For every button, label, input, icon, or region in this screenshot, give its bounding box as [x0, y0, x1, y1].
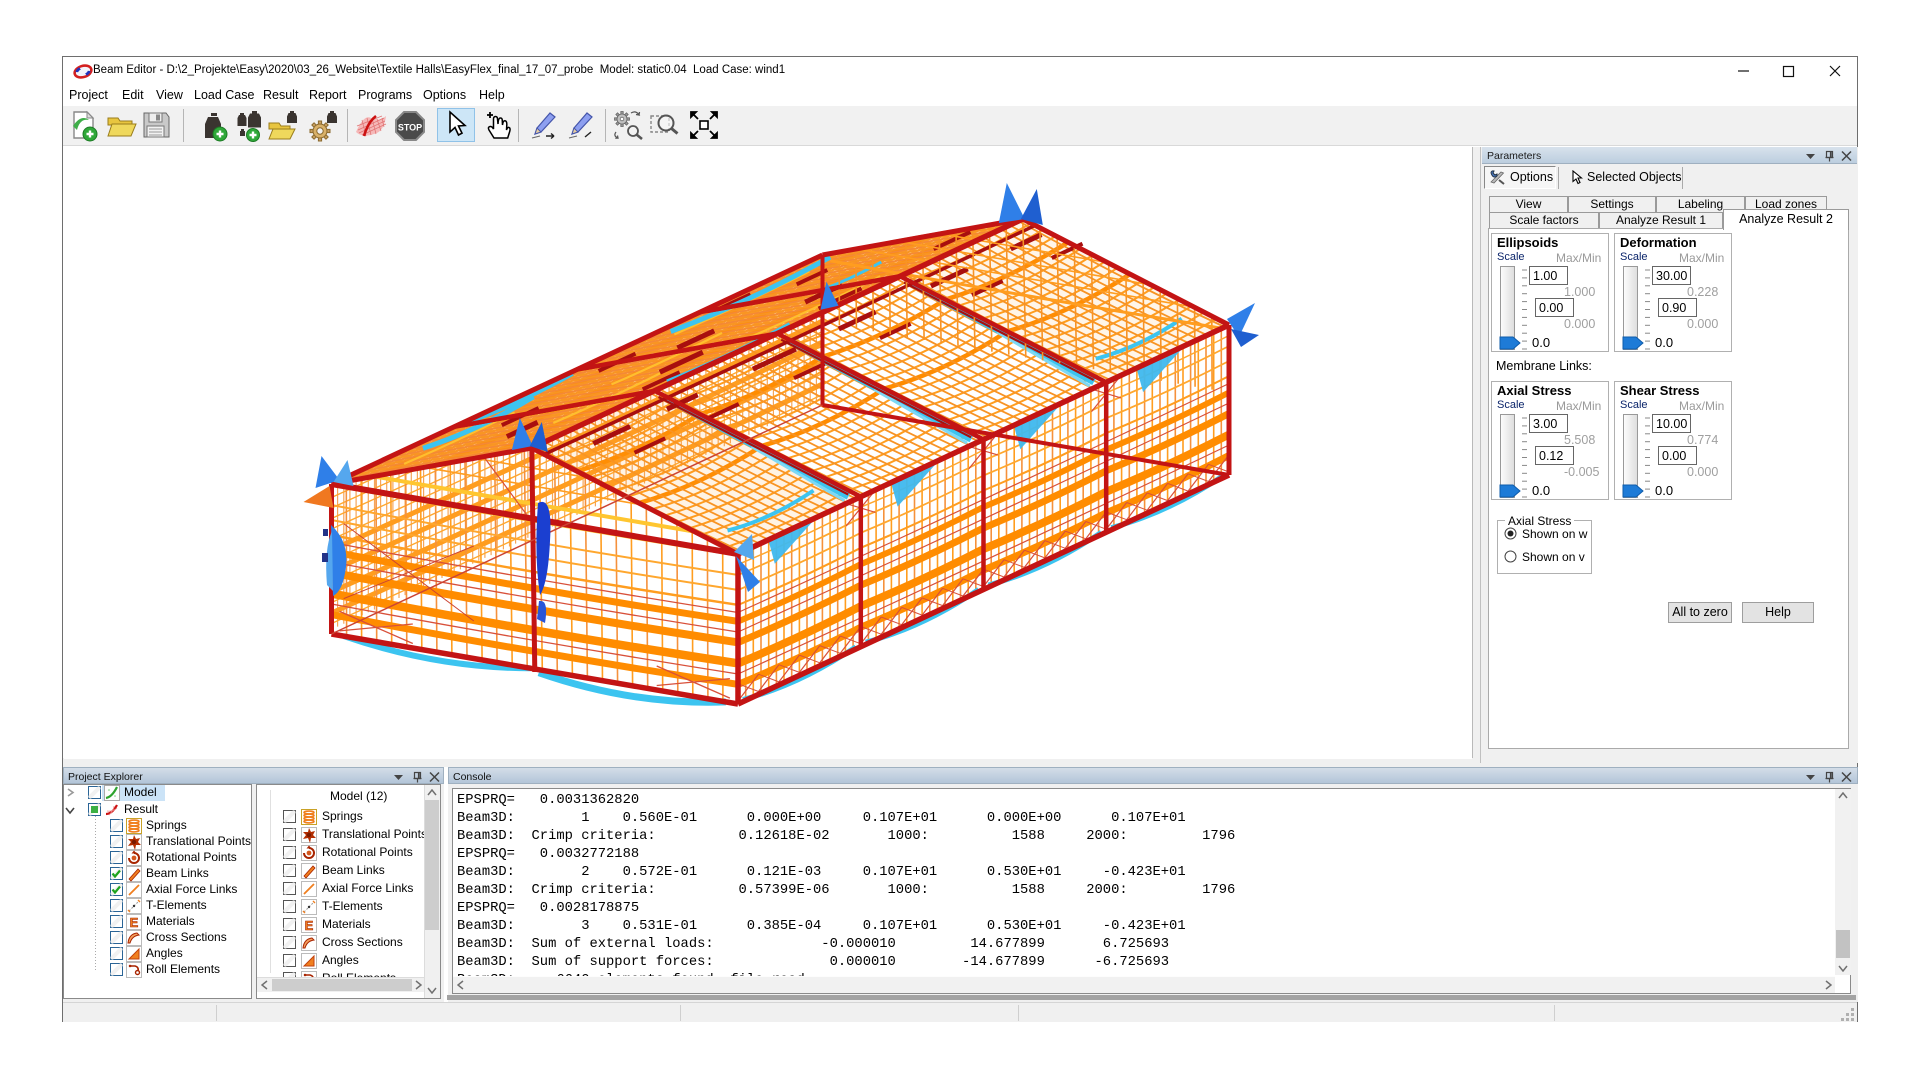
svg-text:STOP: STOP	[398, 123, 422, 133]
